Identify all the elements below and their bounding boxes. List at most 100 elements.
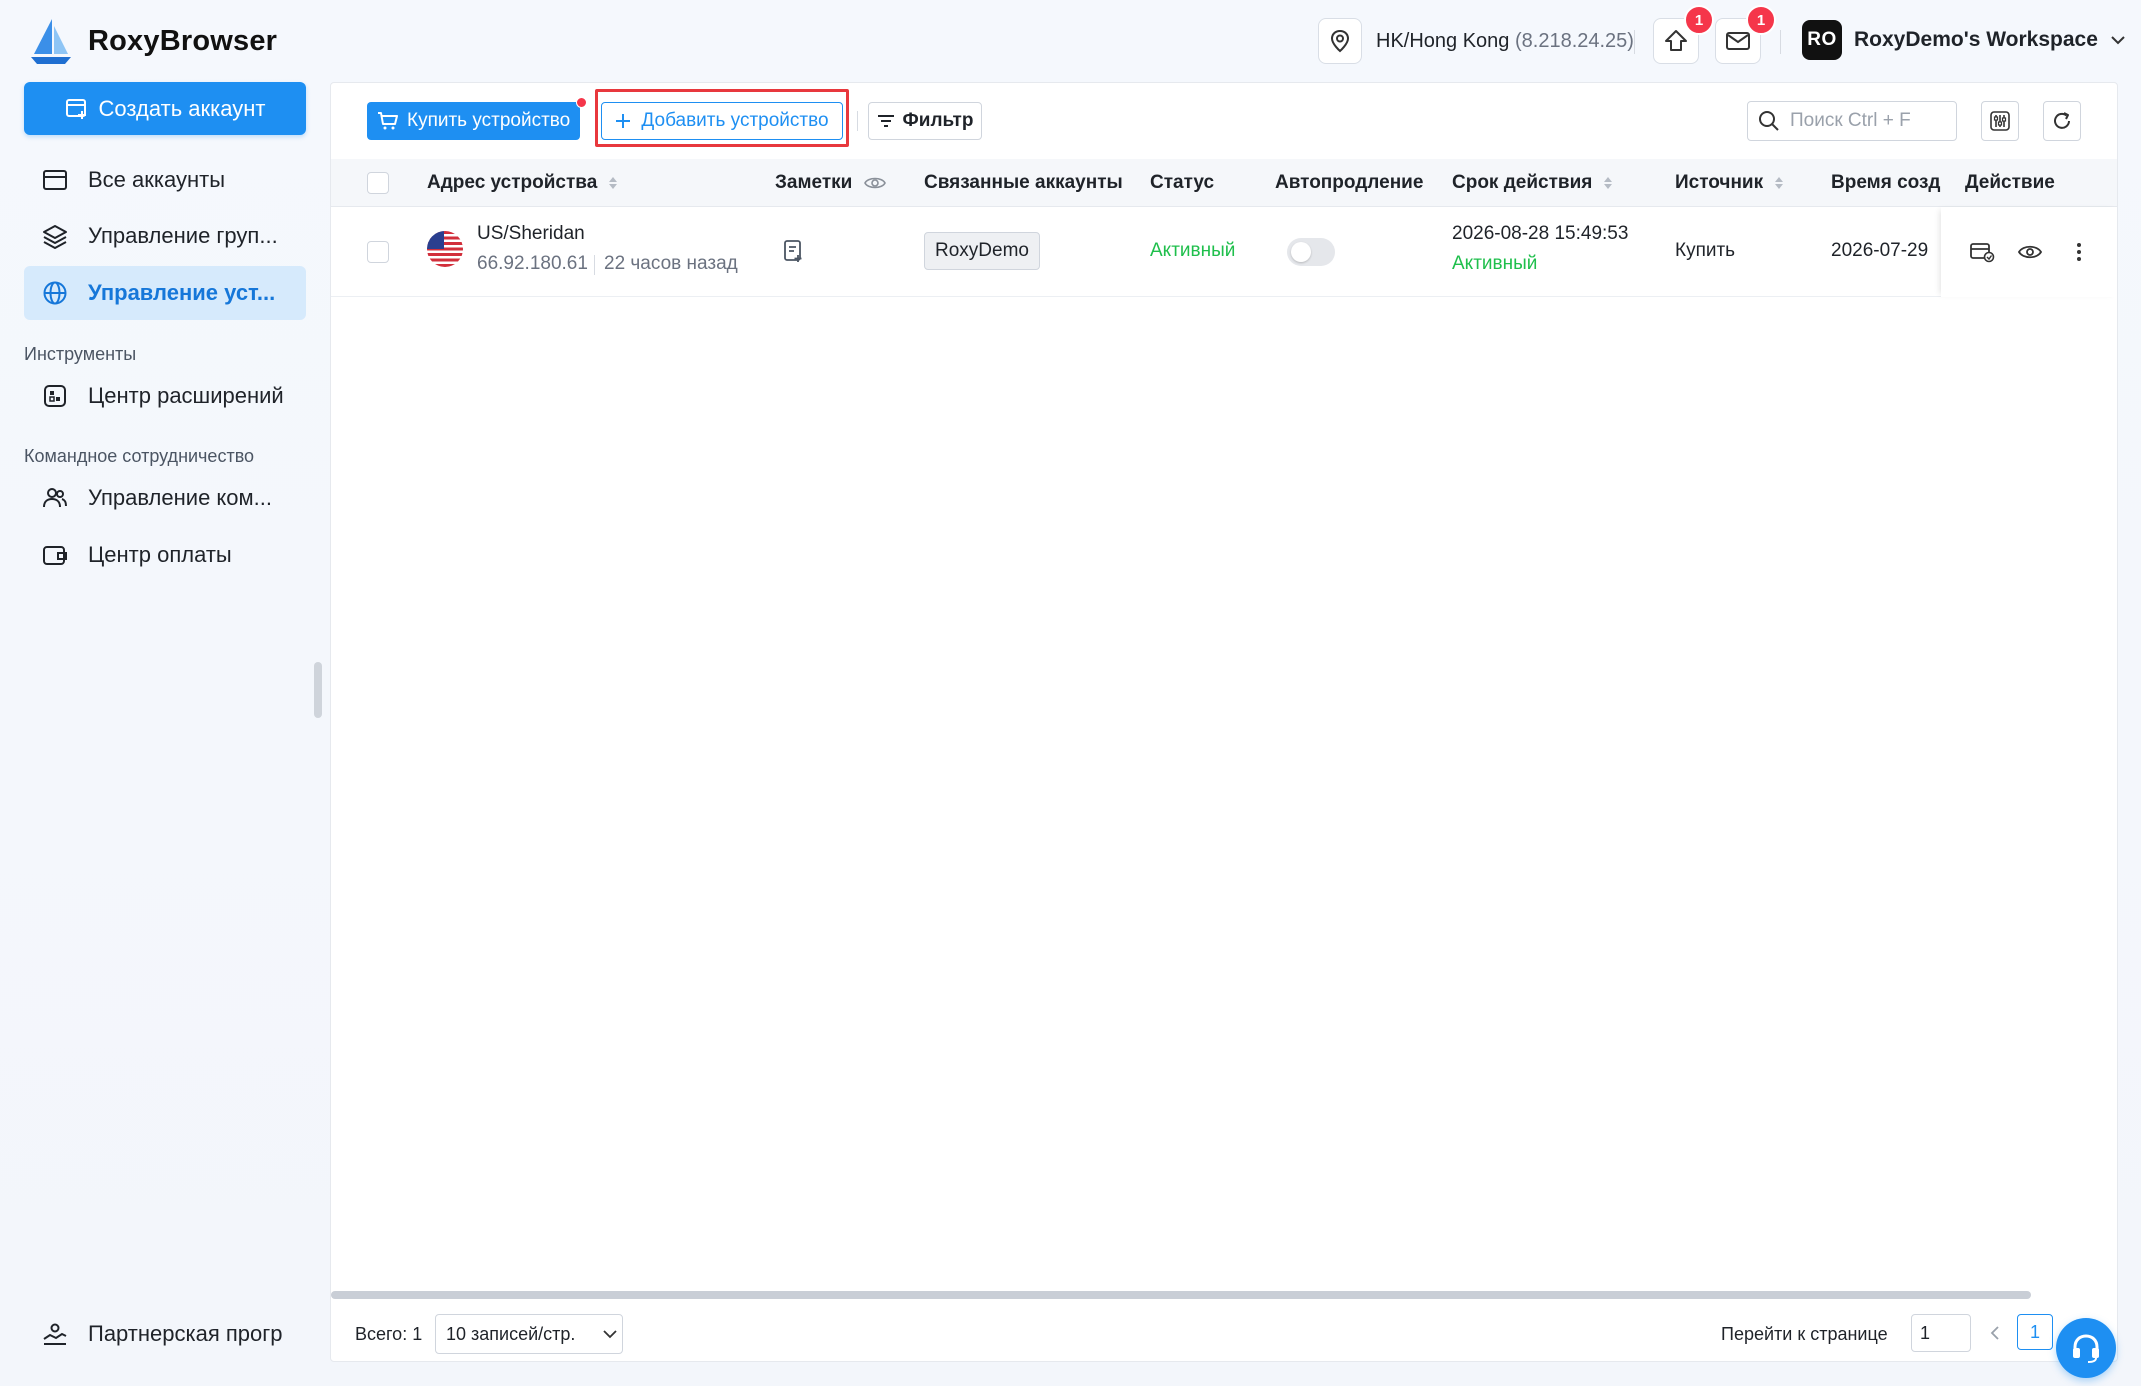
refresh-button[interactable]	[2043, 101, 2081, 141]
top-bar: RoxyBrowser HK/Hong Kong (8.218.24.25) 1…	[0, 0, 2141, 82]
page-size-value: 10 записей/стр.	[446, 1323, 576, 1344]
action-cell	[1941, 207, 2117, 297]
sidebar-item-label: Центр оплаты	[88, 542, 232, 567]
create-account-button[interactable]: Создать аккаунт	[24, 82, 306, 135]
location-ip: (8.218.24.25)	[1514, 29, 1634, 52]
col-linked-accounts-label: Связанные аккаунты	[924, 172, 1123, 193]
sidebar-item-label: Центр расширений	[88, 383, 284, 408]
edit-note-icon[interactable]	[783, 239, 805, 263]
card-refresh-icon	[1970, 243, 1995, 263]
sidebar-item-partner[interactable]: Партнерская прогр	[24, 1307, 306, 1361]
upgrade-button[interactable]: 1	[1653, 5, 1714, 64]
page-size-select[interactable]: 10 записей/стр.	[435, 1314, 623, 1354]
sidebar-item-billing[interactable]: Центр оплаты	[24, 528, 306, 582]
extension-icon	[44, 385, 66, 407]
layers-icon	[43, 225, 67, 249]
more-button[interactable]	[2065, 238, 2093, 266]
chevron-left-icon	[1990, 1326, 1999, 1340]
sidebar: Создать аккаунт Все аккаунты Управление …	[0, 82, 330, 1386]
users-icon	[43, 488, 67, 508]
device-source: Купить	[1675, 240, 1736, 261]
col-notes-label: Заметки	[775, 172, 853, 193]
location-indicator[interactable]: HK/Hong Kong (8.218.24.25)	[1318, 18, 1634, 64]
create-account-label: Создать аккаунт	[98, 95, 266, 121]
col-created-label: Время созда	[1831, 172, 1941, 193]
view-button[interactable]	[2016, 238, 2044, 266]
sidebar-item-extensions[interactable]: Центр расширений	[24, 369, 306, 423]
col-status-label: Статус	[1150, 172, 1215, 193]
col-device-address-label: Адрес устройства	[427, 172, 598, 193]
search-input[interactable]	[1790, 110, 1940, 132]
row-checkbox[interactable]	[367, 241, 389, 263]
search-box[interactable]	[1747, 101, 1957, 141]
sort-icon[interactable]	[1604, 177, 1613, 189]
upgrade-badge: 1	[1684, 5, 1714, 35]
goto-page-input[interactable]: 1	[1911, 1314, 1971, 1352]
sort-icon[interactable]	[609, 177, 618, 189]
col-action-label: Действие	[1965, 172, 2055, 193]
us-flag-icon	[427, 231, 463, 267]
filter-icon	[877, 115, 894, 127]
filter-label: Фильтр	[902, 110, 974, 131]
col-expiry[interactable]: Срок действия	[1452, 159, 1613, 207]
sidebar-item-label: Все аккаунты	[88, 167, 226, 192]
support-button[interactable]	[2056, 1318, 2116, 1378]
table-row[interactable]: US/Sheridan 66.92.180.61 22 часов назад …	[331, 207, 2117, 297]
sliders-icon	[1990, 111, 2010, 131]
notification-dot	[576, 97, 588, 108]
col-device-address[interactable]: Адрес устройства	[427, 159, 618, 207]
sort-icon[interactable]	[1775, 177, 1784, 189]
eye-icon	[2018, 245, 2042, 259]
col-source[interactable]: Источник	[1675, 159, 1784, 207]
device-status: Активный	[1150, 240, 1236, 261]
workspace-name: RoxyDemo's Workspace	[1854, 28, 2098, 51]
eye-icon[interactable]	[864, 175, 887, 191]
buy-device-label: Купить устройство	[407, 110, 571, 131]
search-icon	[1759, 111, 1779, 131]
page-number-button[interactable]: 1	[2017, 1314, 2053, 1350]
messages-button[interactable]: 1	[1715, 5, 1776, 64]
chevron-down-icon	[603, 1329, 618, 1338]
select-all-checkbox[interactable]	[367, 172, 389, 194]
col-action: Действие	[1965, 159, 2055, 207]
sidebar-item-label: Партнерская прогр	[88, 1321, 283, 1346]
location-pin-icon	[1318, 18, 1362, 64]
upload-home-icon	[1665, 30, 1687, 51]
sidebar-item-groups[interactable]: Управление груп...	[24, 209, 306, 263]
autorenew-toggle[interactable]	[1287, 238, 1335, 266]
table-header: Адрес устройства Заметки Связанные аккау…	[331, 159, 2117, 207]
sidebar-scrollbar[interactable]	[314, 662, 322, 718]
col-notes: Заметки	[775, 159, 887, 207]
refresh-icon	[2054, 112, 2070, 129]
partner-handshake-icon	[43, 1323, 67, 1345]
workspace-avatar: RO	[1802, 20, 1842, 60]
divider	[857, 111, 858, 131]
add-device-button[interactable]: Добавить устройство	[601, 102, 843, 140]
renew-button[interactable]	[1968, 238, 1996, 266]
sidebar-item-all-accounts[interactable]: Все аккаунты	[24, 153, 306, 207]
table-footer: Всего: 1 10 записей/стр. Перейти к стран…	[331, 1309, 2117, 1361]
col-autorenew-label: Автопродление	[1275, 172, 1424, 193]
column-settings-button[interactable]	[1981, 101, 2019, 141]
sidebar-item-team[interactable]: Управление ком...	[24, 471, 306, 525]
workspace-switcher[interactable]: RO RoxyDemo's Workspace	[1802, 20, 2126, 60]
plus-icon	[616, 114, 631, 128]
device-location: US/Sheridan	[477, 223, 585, 244]
total-count: Всего: 1	[355, 1324, 423, 1344]
buy-device-button[interactable]: Купить устройство	[367, 97, 588, 140]
sidebar-item-devices[interactable]: Управление уст...	[24, 266, 306, 320]
prev-page-button[interactable]	[1983, 1321, 2007, 1345]
sidebar-item-label: Управление ком...	[88, 485, 272, 510]
brand[interactable]: RoxyBrowser	[28, 16, 277, 66]
device-ip: 66.92.180.61	[477, 253, 588, 274]
location-name: HK/Hong Kong	[1376, 29, 1510, 52]
horizontal-scrollbar[interactable]	[331, 1291, 2031, 1299]
col-expiry-label: Срок действия	[1452, 172, 1593, 193]
globe-icon	[43, 281, 67, 305]
col-source-label: Источник	[1675, 172, 1764, 193]
filter-button[interactable]: Фильтр	[868, 102, 982, 140]
linked-account-tag[interactable]: RoxyDemo	[924, 232, 1040, 270]
cart-icon	[378, 112, 398, 130]
headset-icon	[2073, 1334, 2099, 1363]
more-vertical-icon	[2077, 243, 2081, 261]
